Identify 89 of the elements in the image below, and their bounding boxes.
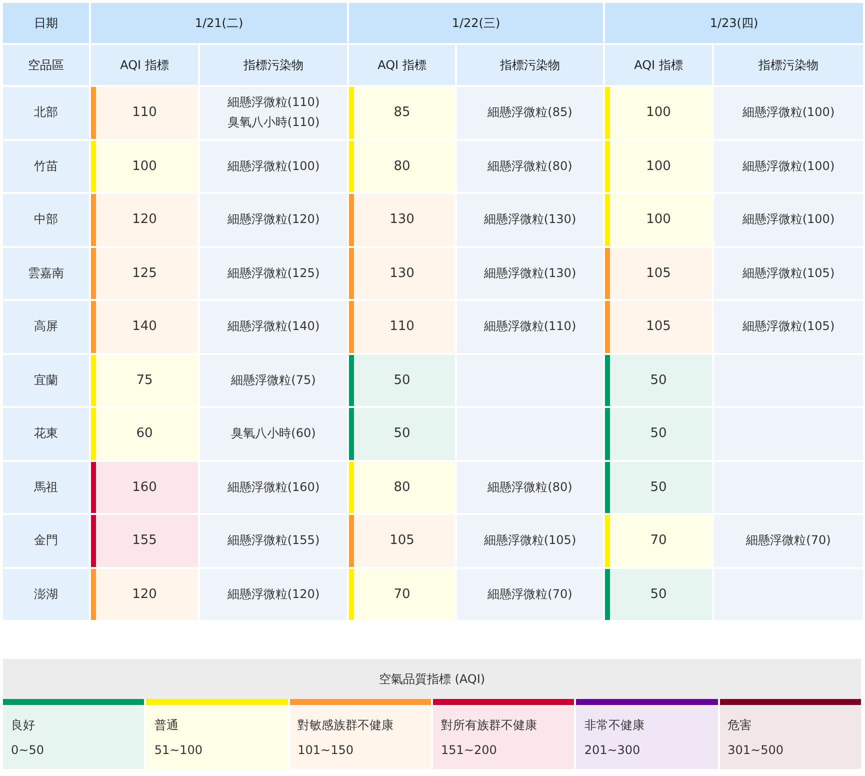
aqi-value: 70 bbox=[392, 586, 412, 604]
pollutant-text: 細懸浮微粒(75) bbox=[231, 372, 316, 389]
legend-label: 普通 bbox=[154, 717, 180, 734]
region-cell: 竹苗 bbox=[3, 140, 89, 192]
aqi-value: 125 bbox=[131, 264, 158, 283]
aqi-value: 50 bbox=[392, 425, 412, 444]
region-cell: 澎湖 bbox=[3, 568, 89, 620]
pollutant-text: 臭氧八小時(110) bbox=[227, 114, 320, 132]
aqi-value: 50 bbox=[649, 372, 668, 390]
aqi-value: 130 bbox=[388, 211, 416, 230]
column-header: AQI 指標 bbox=[605, 45, 712, 85]
pollutant-text: 細懸浮微粒(120) bbox=[227, 586, 320, 603]
region-cell: 雲嘉南 bbox=[3, 248, 89, 299]
pollutant-text: 細懸浮微粒(155) bbox=[227, 532, 320, 550]
aqi-value: 80 bbox=[392, 478, 412, 497]
legend-label: 對所有族群不健康 bbox=[440, 717, 538, 734]
column-header: 指標污染物 bbox=[457, 45, 603, 85]
date-header: 1/22(三) bbox=[349, 3, 603, 43]
pollutant-text: 臭氧八小時(60) bbox=[231, 425, 316, 442]
aqi-value: 50 bbox=[649, 478, 668, 497]
legend-range: 0~50 bbox=[11, 743, 45, 757]
legend-label: 對敏感族群不健康 bbox=[298, 717, 395, 734]
date-header: 1/23(四) bbox=[605, 3, 863, 43]
pollutant-text: 細懸浮微粒(105) bbox=[484, 532, 576, 550]
region-cell: 北部 bbox=[3, 87, 89, 138]
column-header: 空品區 bbox=[3, 45, 89, 85]
aqi-value: 120 bbox=[131, 586, 158, 604]
pollutant-text: 細懸浮微粒(80) bbox=[488, 158, 572, 175]
date-header: 1/21(二) bbox=[91, 3, 347, 43]
pollutant-text: 細懸浮微粒(120) bbox=[227, 211, 320, 228]
aqi-value: 50 bbox=[649, 586, 668, 604]
legend-range: 51~100 bbox=[154, 743, 204, 757]
pollutant-text: 細懸浮微粒(105) bbox=[742, 318, 835, 336]
pollutant-text: 細懸浮微粒(70) bbox=[746, 532, 831, 550]
region-cell: 中部 bbox=[3, 194, 89, 246]
aqi-value: 100 bbox=[131, 158, 158, 176]
pollutant-text: 細懸浮微粒(160) bbox=[227, 478, 320, 496]
region-cell: 宜蘭 bbox=[3, 354, 89, 406]
aqi-value: 130 bbox=[388, 264, 416, 283]
column-header: 指標污染物 bbox=[200, 45, 347, 85]
pollutant-text: 細懸浮微粒(100) bbox=[742, 158, 835, 175]
legend-range: 201~300 bbox=[584, 743, 642, 757]
pollutant-text: 細懸浮微粒(100) bbox=[227, 158, 320, 175]
legend-title: 空氣品質指標 (AQI) bbox=[3, 659, 861, 699]
legend-label: 非常不健康 bbox=[584, 717, 646, 734]
column-header: AQI 指標 bbox=[91, 45, 198, 85]
column-header: 指標污染物 bbox=[714, 45, 863, 85]
aqi-value: 85 bbox=[392, 104, 412, 122]
pollutant-text: 細懸浮微粒(125) bbox=[227, 264, 320, 282]
aqi-value: 50 bbox=[392, 372, 412, 390]
pollutant-text: 細懸浮微粒(130) bbox=[484, 264, 576, 282]
legend-label: 良好 bbox=[11, 717, 36, 734]
pollutant-text: 細懸浮微粒(100) bbox=[742, 104, 835, 122]
aqi-value: 100 bbox=[645, 211, 672, 230]
legend-label: 危害 bbox=[728, 717, 753, 734]
pollutant-text: 細懸浮微粒(85) bbox=[488, 104, 572, 122]
region-cell: 金門 bbox=[3, 515, 89, 566]
aqi-value: 160 bbox=[131, 478, 158, 497]
pollutant-text: 細懸浮微粒(130) bbox=[484, 211, 576, 228]
aqi-value: 110 bbox=[131, 104, 158, 122]
aqi-value: 155 bbox=[131, 532, 158, 550]
aqi-value: 120 bbox=[131, 211, 158, 230]
region-cell: 花東 bbox=[3, 408, 89, 460]
pollutant-text: 細懸浮微粒(80) bbox=[488, 478, 572, 496]
aqi-value: 60 bbox=[135, 425, 154, 444]
aqi-value: 105 bbox=[388, 532, 416, 550]
aqi-value: 80 bbox=[392, 158, 412, 176]
aqi-value: 100 bbox=[645, 158, 672, 176]
pollutant-text: 細懸浮微粒(100) bbox=[742, 211, 835, 228]
aqi-value: 140 bbox=[131, 318, 158, 336]
aqi-value: 100 bbox=[645, 104, 672, 122]
aqi-value: 70 bbox=[649, 532, 668, 550]
pollutant-text: 細懸浮微粒(110) bbox=[484, 318, 576, 336]
aqi-value: 105 bbox=[645, 318, 672, 336]
aqi-value: 105 bbox=[645, 264, 672, 283]
legend-range: 301~500 bbox=[728, 743, 785, 757]
column-header: 日期 bbox=[3, 3, 89, 43]
aqi-value: 50 bbox=[649, 425, 668, 444]
legend-range: 151~200 bbox=[440, 743, 498, 757]
legend-range: 101~150 bbox=[298, 743, 355, 757]
pollutant-text: 細懸浮微粒(105) bbox=[742, 264, 835, 282]
aqi-value: 110 bbox=[388, 318, 416, 336]
column-header: AQI 指標 bbox=[349, 45, 455, 85]
pollutant-text: 細懸浮微粒(70) bbox=[488, 586, 572, 603]
region-cell: 高屏 bbox=[3, 301, 89, 352]
aqi-value: 75 bbox=[135, 372, 154, 390]
pollutant-text: 細懸浮微粒(110) bbox=[227, 94, 320, 112]
region-cell: 馬祖 bbox=[3, 462, 89, 513]
pollutant-text: 細懸浮微粒(140) bbox=[227, 318, 320, 336]
